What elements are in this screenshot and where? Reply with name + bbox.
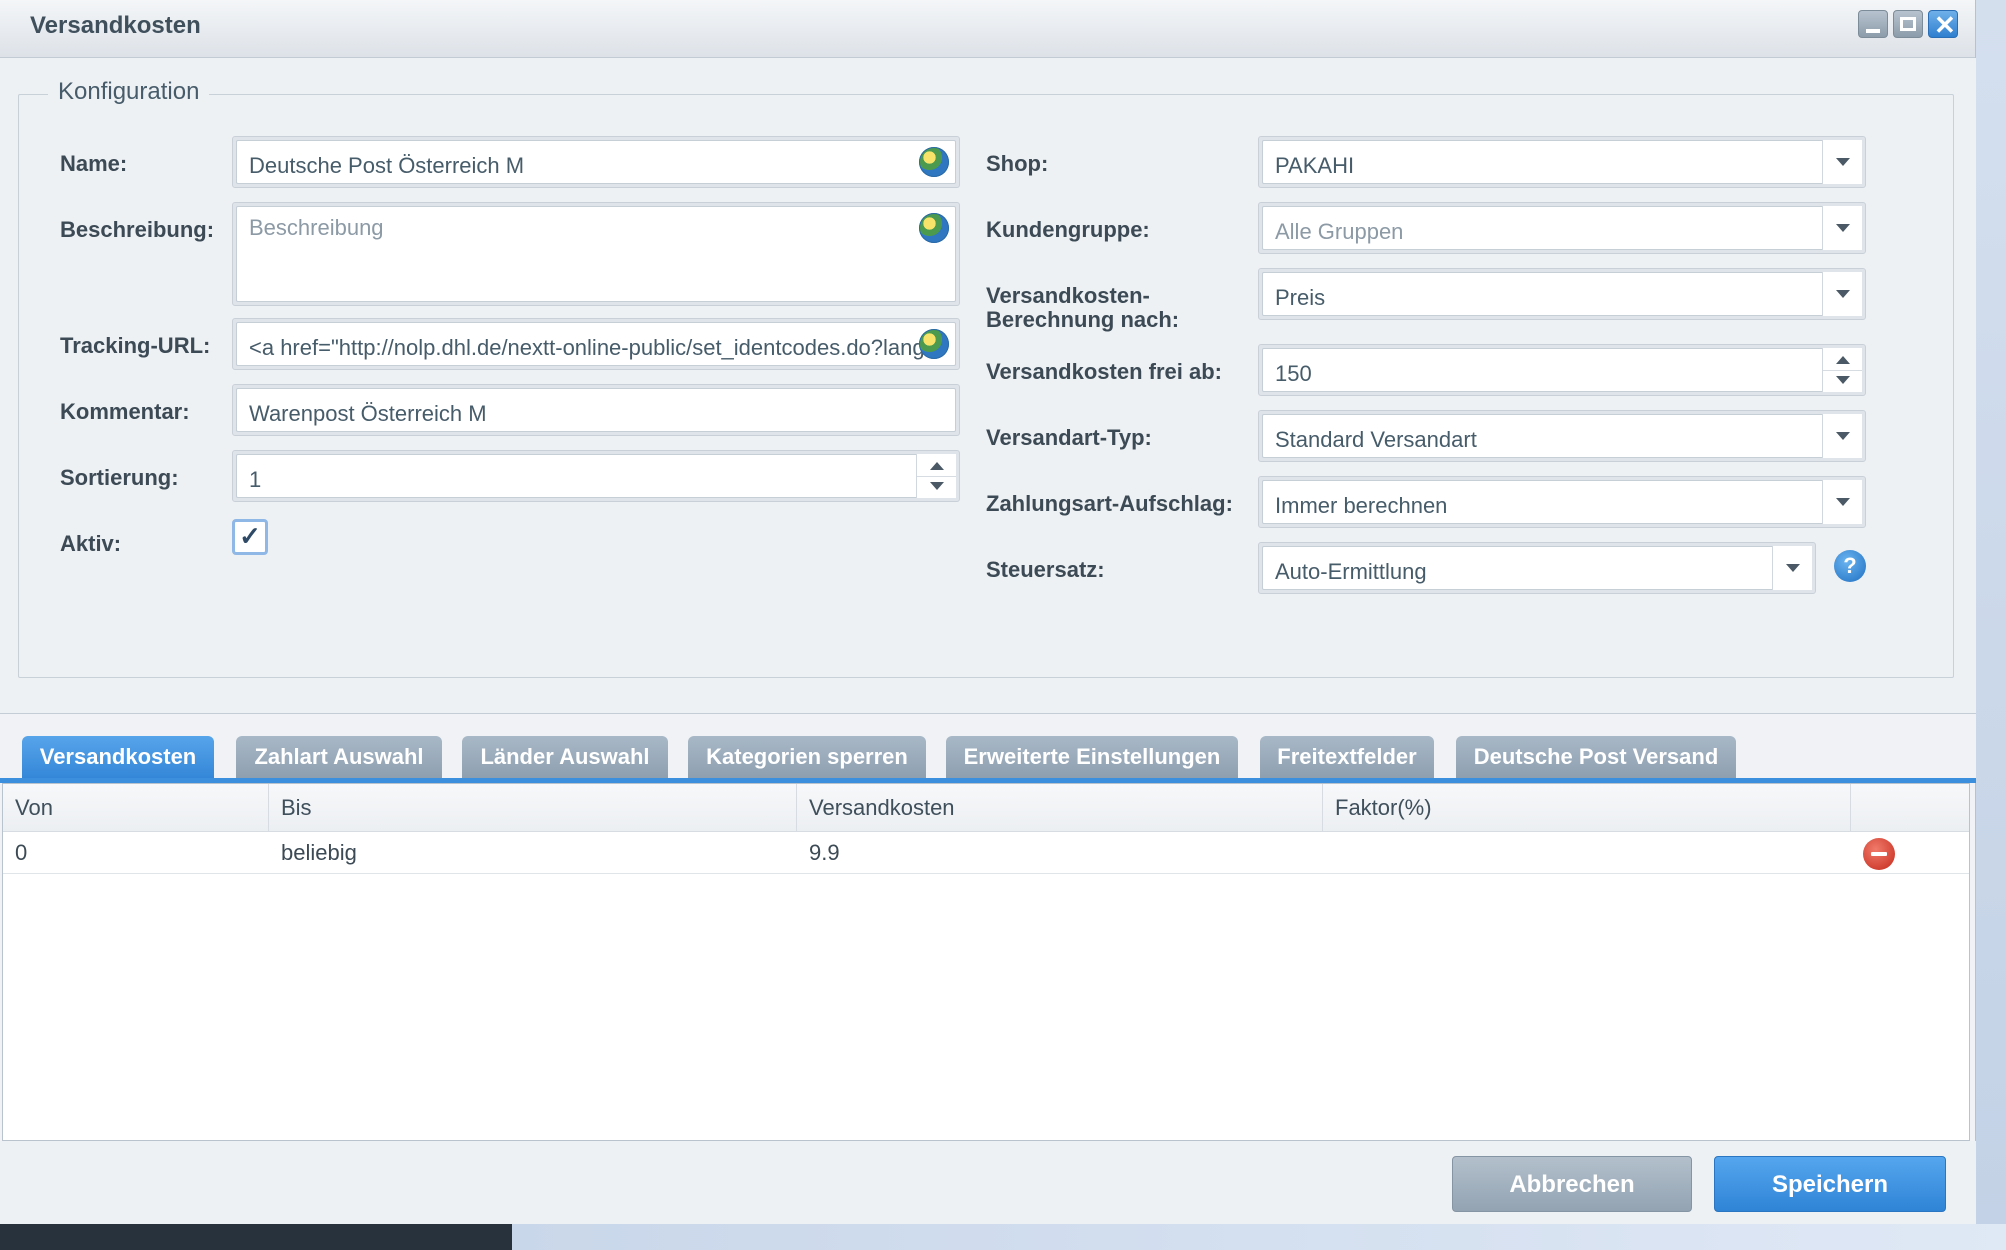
- shop-label: Shop:: [986, 151, 1049, 176]
- shop-combobox[interactable]: PAKAHI: [1258, 136, 1866, 188]
- tracking-url-field[interactable]: <a href="http://nolp.dhl.de/nextt-online…: [232, 318, 960, 370]
- grid-header: Von Bis Versandkosten Faktor(%): [3, 784, 1969, 832]
- cell-von[interactable]: 0: [3, 832, 269, 874]
- name-label: Name:: [60, 151, 128, 176]
- config-legend: Konfiguration: [48, 78, 210, 106]
- tab-laender-auswahl[interactable]: Länder Auswahl: [462, 736, 668, 778]
- comment-input[interactable]: Warenpost Österreich M: [249, 401, 905, 427]
- tax-rate-dropdown-button[interactable]: [1772, 546, 1812, 590]
- column-header-faktor[interactable]: Faktor(%): [1323, 784, 1851, 832]
- sort-input[interactable]: 1: [249, 467, 905, 493]
- active-checkbox[interactable]: ✓: [232, 519, 268, 555]
- calc-label-line1: Versandkosten-: [986, 283, 1150, 308]
- sort-stepper[interactable]: [916, 454, 956, 498]
- cell-bis[interactable]: beliebig: [269, 832, 797, 874]
- minimize-button[interactable]: [1858, 10, 1888, 38]
- tab-zahlart-auswahl[interactable]: Zahlart Auswahl: [236, 736, 442, 778]
- translation-globe-icon[interactable]: [919, 329, 949, 359]
- name-field[interactable]: Deutsche Post Österreich M: [232, 136, 960, 188]
- shipping-type-value[interactable]: Standard Versandart: [1275, 427, 1811, 453]
- shipping-cost-grid: Von Bis Versandkosten Faktor(%) 0 belieb…: [2, 783, 1970, 1141]
- cell-versandkosten[interactable]: 9.9: [797, 832, 1323, 874]
- customer-group-dropdown-button[interactable]: [1822, 206, 1862, 250]
- description-field[interactable]: Beschreibung: [232, 202, 960, 306]
- spin-divider: [1823, 370, 1862, 371]
- spin-divider: [917, 476, 956, 477]
- close-icon: ✕: [1934, 10, 1956, 40]
- column-header-bis[interactable]: Bis: [269, 784, 797, 832]
- spin-up-icon[interactable]: [930, 462, 944, 470]
- comment-field[interactable]: Warenpost Österreich M: [232, 384, 960, 436]
- table-row[interactable]: 0 beliebig 9.9: [3, 832, 1969, 874]
- surcharge-dropdown-button[interactable]: [1822, 480, 1862, 524]
- chevron-down-icon: [1786, 564, 1800, 572]
- chevron-down-icon: [1836, 498, 1850, 506]
- shipping-type-dropdown-button[interactable]: [1822, 414, 1862, 458]
- spin-up-icon[interactable]: [1836, 356, 1850, 364]
- spin-down-icon[interactable]: [930, 482, 944, 490]
- calc-method-combobox[interactable]: Preis: [1258, 268, 1866, 320]
- tab-kategorien-sperren[interactable]: Kategorien sperren: [688, 736, 926, 778]
- comment-label: Kommentar:: [60, 399, 190, 424]
- window-title: Versandkosten: [30, 12, 201, 39]
- name-input[interactable]: Deutsche Post Österreich M: [249, 153, 905, 179]
- tax-rate-combobox[interactable]: Auto-Ermittlung: [1258, 542, 1816, 594]
- free-shipping-field[interactable]: 150: [1258, 344, 1866, 396]
- minimize-icon: [1866, 29, 1880, 33]
- tracking-url-label: Tracking-URL:: [60, 333, 211, 358]
- desktop-background-bottom: [512, 1224, 2006, 1250]
- chevron-down-icon: [1836, 158, 1850, 166]
- customer-group-value[interactable]: Alle Gruppen: [1275, 219, 1811, 245]
- free-shipping-label: Versandkosten frei ab:: [986, 359, 1222, 384]
- column-header-von[interactable]: Von: [3, 784, 269, 832]
- tab-versandkosten[interactable]: Versandkosten: [22, 736, 214, 778]
- calc-label-line2: Berechnung nach:: [986, 307, 1180, 332]
- surcharge-label: Zahlungsart-Aufschlag:: [986, 491, 1233, 516]
- column-header-versandkosten[interactable]: Versandkosten: [797, 784, 1323, 832]
- chevron-down-icon: [1836, 290, 1850, 298]
- tax-rate-value[interactable]: Auto-Ermittlung: [1275, 559, 1761, 585]
- tracking-url-input[interactable]: <a href="http://nolp.dhl.de/nextt-online…: [249, 335, 935, 361]
- cancel-button[interactable]: Abbrechen: [1452, 1156, 1692, 1212]
- maximize-icon: [1900, 17, 1916, 31]
- free-shipping-input[interactable]: 150: [1275, 361, 1811, 387]
- shipping-costs-window: Versandkosten ✕ Konfiguration Name: Deut…: [0, 0, 1976, 1224]
- tax-rate-label: Steuersatz:: [986, 557, 1105, 582]
- description-label: Beschreibung:: [60, 217, 215, 242]
- translation-globe-icon[interactable]: [919, 213, 949, 243]
- save-button[interactable]: Speichern: [1714, 1156, 1946, 1212]
- free-shipping-stepper[interactable]: [1822, 348, 1862, 392]
- surcharge-combobox[interactable]: Immer berechnen: [1258, 476, 1866, 528]
- desktop-background-right: [1976, 0, 2006, 1224]
- customer-group-combobox[interactable]: Alle Gruppen: [1258, 202, 1866, 254]
- help-icon[interactable]: ?: [1834, 550, 1866, 582]
- chevron-down-icon: [1836, 432, 1850, 440]
- shipping-type-label: Versandart-Typ:: [986, 425, 1152, 450]
- tab-deutsche-post-versand[interactable]: Deutsche Post Versand: [1456, 736, 1736, 778]
- config-panel: Konfiguration Name: Deutsche Post Österr…: [0, 58, 1976, 714]
- maximize-button[interactable]: [1893, 10, 1923, 38]
- customer-group-label: Kundengruppe:: [986, 217, 1150, 242]
- sort-label: Sortierung:: [60, 465, 179, 490]
- description-textarea[interactable]: Beschreibung: [249, 215, 905, 241]
- chevron-down-icon: [1836, 224, 1850, 232]
- active-label: Aktiv:: [60, 531, 122, 556]
- window-titlebar[interactable]: Versandkosten ✕: [0, 0, 1975, 58]
- surcharge-value[interactable]: Immer berechnen: [1275, 493, 1811, 519]
- cell-faktor[interactable]: [1323, 832, 1851, 874]
- desktop-taskbar-left: [0, 1224, 512, 1250]
- calc-method-dropdown-button[interactable]: [1822, 272, 1862, 316]
- shop-dropdown-button[interactable]: [1822, 140, 1862, 184]
- shop-value[interactable]: PAKAHI: [1275, 153, 1811, 179]
- sort-field[interactable]: 1: [232, 450, 960, 502]
- shipping-type-combobox[interactable]: Standard Versandart: [1258, 410, 1866, 462]
- translation-globe-icon[interactable]: [919, 147, 949, 177]
- tab-erweiterte-einstellungen[interactable]: Erweiterte Einstellungen: [946, 736, 1238, 778]
- spin-down-icon[interactable]: [1836, 376, 1850, 384]
- calc-method-value[interactable]: Preis: [1275, 285, 1811, 311]
- delete-row-icon[interactable]: [1863, 838, 1895, 870]
- tab-freitextfelder[interactable]: Freitextfelder: [1260, 736, 1434, 778]
- close-button[interactable]: ✕: [1928, 10, 1958, 40]
